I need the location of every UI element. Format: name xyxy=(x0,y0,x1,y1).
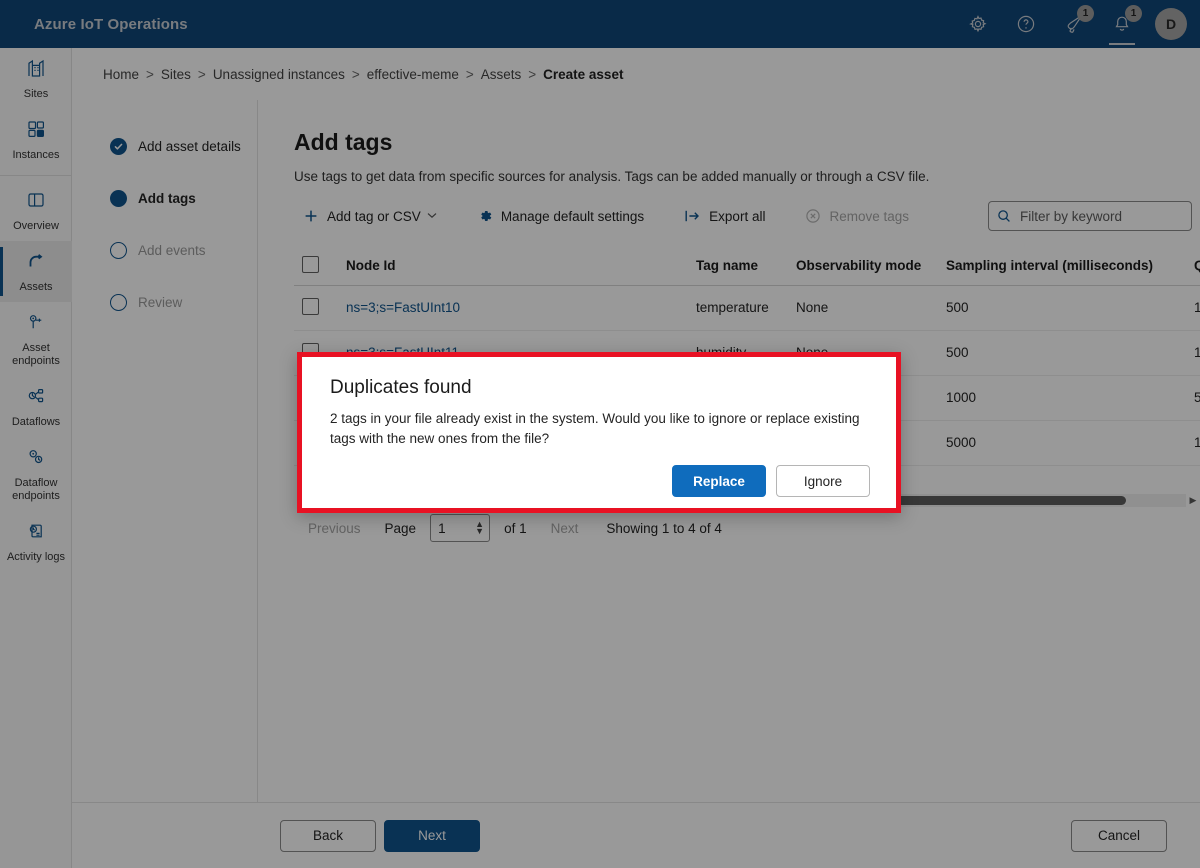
ignore-button[interactable]: Ignore xyxy=(776,465,870,497)
dialog-content: Duplicates found 2 tags in your file alr… xyxy=(302,357,896,497)
dialog-actions: Replace Ignore xyxy=(330,465,871,497)
replace-button[interactable]: Replace xyxy=(672,465,766,497)
dialog-message: 2 tags in your file already exist in the… xyxy=(330,411,860,446)
dialog-title: Duplicates found xyxy=(330,377,472,398)
duplicates-found-dialog: Duplicates found 2 tags in your file alr… xyxy=(297,352,901,513)
